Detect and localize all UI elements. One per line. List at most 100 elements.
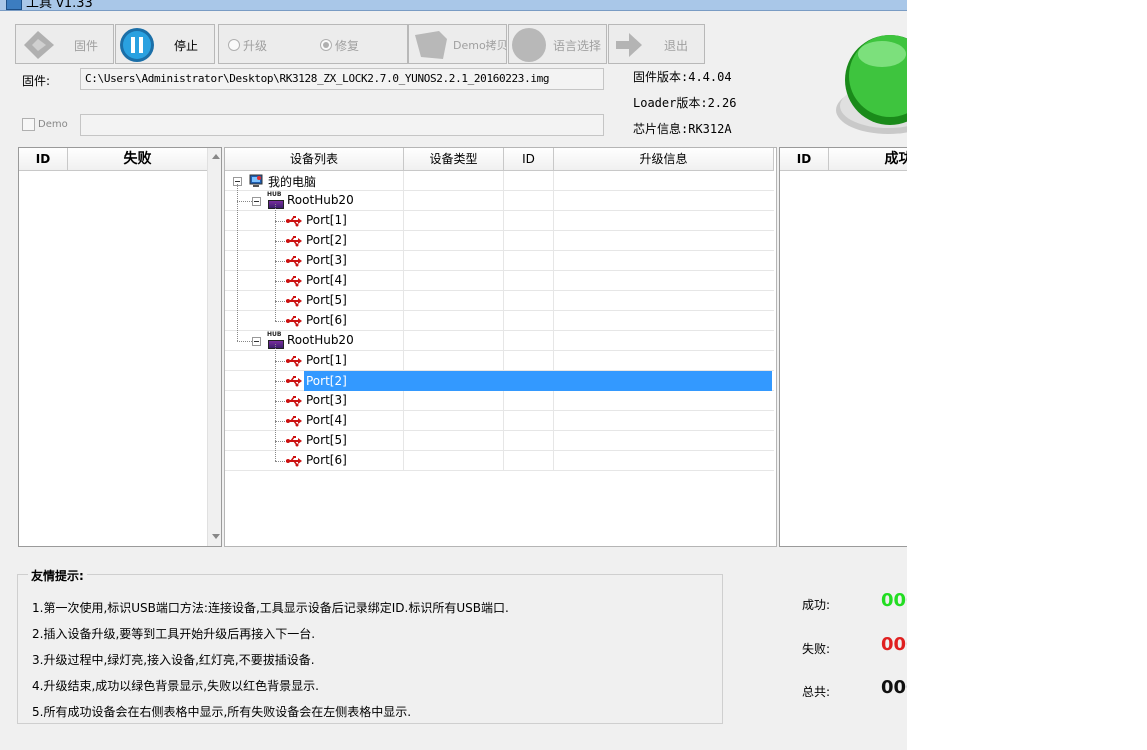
tree-connector	[275, 261, 285, 262]
upgrade-radio-label: 升级	[243, 39, 268, 53]
tree-connector	[275, 344, 276, 461]
tree-row-port[interactable]: Port[3]	[225, 391, 774, 411]
collapse-toggle-icon[interactable]	[252, 197, 261, 206]
tree-row-port[interactable]: Port[6]	[225, 311, 774, 331]
tree-connector	[275, 361, 285, 362]
column-divider	[503, 191, 504, 211]
success-table[interactable]: ID 成功	[779, 147, 907, 547]
language-button[interactable]: 语言选择	[508, 24, 607, 64]
tree-connector	[275, 221, 285, 222]
scroll-up-icon[interactable]	[212, 154, 220, 159]
tree-row-port[interactable]: Port[2]	[225, 371, 774, 391]
column-divider	[503, 171, 504, 191]
tree-row-port[interactable]: Port[6]	[225, 451, 774, 471]
tree-node-roothub: RootHub20	[287, 193, 354, 207]
column-divider	[403, 171, 404, 191]
tree-row-port[interactable]: Port[5]	[225, 291, 774, 311]
device-header-id[interactable]: ID	[504, 148, 554, 171]
tree-node-roothub: RootHub20	[287, 333, 354, 347]
demo-copy-button[interactable]: Demo拷贝	[408, 24, 508, 64]
device-table[interactable]: 设备列表 设备类型 ID 升级信息 我的电脑 HUB RootHub20 Port[1…	[224, 147, 777, 547]
tip-line-1: 1.第一次使用,标识USB端口方法:连接设备,工具显示设备后记录绑定ID.标识所…	[32, 601, 509, 615]
firmware-version: 固件版本:4.4.04	[633, 70, 732, 84]
fail-table-scrollbar[interactable]	[207, 148, 221, 546]
column-divider	[403, 451, 404, 471]
usb-hub-badge: HUB	[267, 331, 282, 338]
usb-port-icon	[285, 235, 303, 250]
device-header-list[interactable]: 设备列表	[225, 148, 404, 171]
tree-row-port[interactable]: Port[4]	[225, 271, 774, 291]
fail-table-header-fail[interactable]: 失败	[68, 148, 208, 171]
fail-table-header-id[interactable]: ID	[19, 148, 68, 171]
success-table-header-id[interactable]: ID	[780, 148, 829, 171]
tip-line-4: 4.升级结束,成功以绿色背景显示,失败以红色背景显示.	[32, 679, 319, 693]
stat-success-value: 000	[881, 590, 907, 611]
column-divider	[553, 331, 554, 351]
collapse-toggle-icon[interactable]	[252, 337, 261, 346]
green-light-icon	[836, 35, 907, 134]
tree-row-port[interactable]: Port[3]	[225, 251, 774, 271]
column-divider	[553, 351, 554, 371]
column-divider	[503, 331, 504, 351]
column-divider	[403, 191, 404, 211]
tree-row-root[interactable]: 我的电脑	[225, 171, 774, 191]
tree-node-port: Port[4]	[306, 273, 347, 287]
tree-row-port[interactable]: Port[5]	[225, 431, 774, 451]
firmware-path-field[interactable]: C:\Users\Administrator\Desktop\RK3128_ZX…	[80, 68, 604, 90]
tree-row-port[interactable]: Port[4]	[225, 411, 774, 431]
success-table-header-success[interactable]: 成功	[829, 148, 907, 171]
exit-button[interactable]: 退出	[608, 24, 705, 64]
stop-button[interactable]: 停止	[115, 24, 215, 64]
tree-row-hub[interactable]: HUB RootHub20	[225, 191, 774, 211]
usb-port-icon	[285, 215, 303, 230]
demo-checkbox[interactable]	[22, 118, 35, 131]
tree-row-port[interactable]: Port[1]	[225, 351, 774, 371]
scroll-down-icon[interactable]	[212, 534, 220, 539]
tree-connector	[275, 461, 285, 462]
repair-radio[interactable]	[320, 39, 332, 51]
column-divider	[553, 451, 554, 471]
column-divider	[553, 211, 554, 231]
tree-connector	[237, 184, 238, 341]
column-divider	[553, 251, 554, 271]
demo-field[interactable]	[80, 114, 604, 136]
column-divider	[503, 431, 504, 451]
tree-row-port[interactable]: Port[2]	[225, 231, 774, 251]
column-divider	[553, 311, 554, 331]
arrow-right-icon	[616, 33, 642, 57]
tree-row-hub[interactable]: HUB RootHub20	[225, 331, 774, 351]
column-divider	[403, 391, 404, 411]
column-divider	[403, 431, 404, 451]
window-title: 工具 v1.33	[26, 0, 93, 11]
column-divider	[403, 351, 404, 371]
column-divider	[553, 291, 554, 311]
usb-port-icon	[285, 375, 303, 390]
chip-info: 芯片信息:RK312A	[633, 122, 732, 136]
main-window: 工具 v1.33 固件 停止 升级 修复 Demo拷贝 语言选择 退出 固件: …	[0, 0, 907, 750]
column-divider	[403, 311, 404, 331]
stat-success-label: 成功:	[802, 598, 831, 612]
column-divider	[503, 311, 504, 331]
device-header-upgrade-info[interactable]: 升级信息	[554, 148, 774, 171]
device-header-type[interactable]: 设备类型	[404, 148, 504, 171]
usb-port-icon	[285, 395, 303, 410]
title-bar: 工具 v1.33	[0, 0, 907, 11]
column-divider	[503, 391, 504, 411]
usb-port-icon	[285, 315, 303, 330]
tree-node-port: Port[3]	[306, 393, 347, 407]
stat-total-value: 000	[881, 677, 907, 698]
column-divider	[503, 411, 504, 431]
firmware-button[interactable]: 固件	[15, 24, 114, 64]
tip-line-3: 3.升级过程中,绿灯亮,接入设备,红灯亮,不要拔插设备.	[32, 653, 315, 667]
upgrade-radio[interactable]	[228, 39, 240, 51]
column-divider	[553, 431, 554, 451]
stat-fail-label: 失败:	[802, 642, 831, 656]
column-divider	[503, 451, 504, 471]
usb-hub-badge: HUB	[267, 191, 282, 198]
column-divider	[553, 271, 554, 291]
tree-connector	[275, 321, 285, 322]
tree-row-port[interactable]: Port[1]	[225, 211, 774, 231]
column-divider	[503, 271, 504, 291]
fail-table[interactable]: ID 失败	[18, 147, 222, 547]
tree-connector	[275, 441, 285, 442]
